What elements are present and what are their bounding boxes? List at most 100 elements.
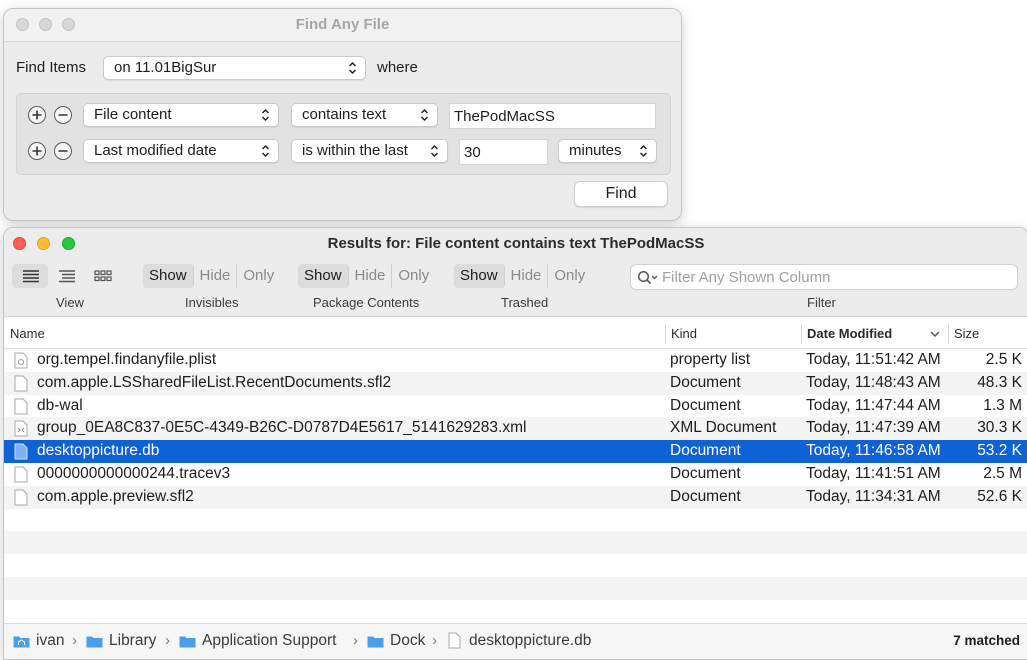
table-row[interactable]: db-wal Document Today, 11:47:44 AM 1.3 M bbox=[4, 395, 1027, 418]
results-list: org.tempel.findanyfile.plist property li… bbox=[4, 349, 1027, 600]
row-size: 52.6 K bbox=[977, 487, 1022, 505]
column-divider[interactable] bbox=[801, 324, 802, 344]
table-row[interactable]: com.apple.LSSharedFileList.RecentDocumen… bbox=[4, 371, 1027, 395]
add-criterion-button[interactable] bbox=[28, 106, 46, 124]
chevron-updown-icon bbox=[420, 108, 429, 122]
row-kind: Document bbox=[670, 396, 741, 414]
add-criterion-button[interactable] bbox=[28, 142, 46, 160]
table-row[interactable]: group_0EA8C837-0E5C-4349-B26C-D0787D4E56… bbox=[4, 417, 1027, 441]
trashed-hide-button[interactable]: Hide bbox=[505, 264, 549, 288]
path-item-file[interactable]: desktoppicture.db bbox=[469, 632, 591, 650]
criteria-box: File content contains text ThePodMacSS L… bbox=[16, 93, 671, 175]
invisibles-show-button[interactable]: Show bbox=[143, 264, 194, 288]
row-kind: property list bbox=[670, 351, 751, 368]
trashed-control: Show Hide Only bbox=[454, 264, 591, 288]
row-kind: Document bbox=[670, 487, 741, 505]
time-unit-popup[interactable]: minutes bbox=[558, 139, 657, 163]
results-toolbar: Results for: File content contains text … bbox=[4, 228, 1027, 317]
document-icon bbox=[14, 489, 28, 506]
package-show-button[interactable]: Show bbox=[298, 264, 349, 288]
chevron-updown-icon bbox=[261, 108, 270, 122]
row-date: Today, 11:48:43 AM bbox=[806, 373, 941, 391]
invisibles-hide-button[interactable]: Hide bbox=[194, 264, 238, 288]
trashed-only-button[interactable]: Only bbox=[548, 264, 591, 288]
filter-caption: Filter bbox=[807, 295, 836, 310]
path-item-ivan[interactable]: ivan bbox=[36, 632, 64, 650]
remove-criterion-button[interactable] bbox=[54, 106, 72, 124]
list-view-button[interactable] bbox=[12, 264, 48, 288]
grid-view-icon bbox=[94, 270, 112, 282]
folder-icon bbox=[86, 636, 103, 648]
attribute-popup[interactable]: Last modified date bbox=[83, 139, 279, 163]
operator-value: is within the last bbox=[302, 142, 408, 159]
remove-criterion-button[interactable] bbox=[54, 142, 72, 160]
column-header-date-modified[interactable]: Date Modified bbox=[807, 326, 892, 341]
filter-search-field[interactable]: Filter Any Shown Column bbox=[630, 264, 1018, 290]
empty-row bbox=[4, 554, 1027, 577]
column-header-row: Name Kind Date Modified Size bbox=[4, 320, 1027, 349]
time-value-field[interactable]: 30 bbox=[459, 139, 548, 165]
row-date: Today, 11:47:39 AM bbox=[806, 419, 941, 437]
outline-view-button[interactable] bbox=[48, 264, 84, 288]
find-items-label: Find Items bbox=[16, 59, 87, 76]
row-name: db-wal bbox=[37, 396, 83, 414]
attribute-popup[interactable]: File content bbox=[83, 103, 279, 127]
results-window-title: Results for: File content contains text … bbox=[327, 235, 705, 252]
operator-popup[interactable]: contains text bbox=[291, 103, 438, 127]
row-kind: Document bbox=[670, 373, 741, 391]
operator-popup[interactable]: is within the last bbox=[291, 139, 448, 163]
find-window-titlebar: Find Any File bbox=[4, 9, 681, 42]
view-caption: View bbox=[56, 295, 84, 310]
row-date: Today, 11:47:44 AM bbox=[806, 396, 941, 414]
folder-icon bbox=[367, 636, 384, 648]
path-item-dock[interactable]: Dock bbox=[390, 632, 425, 650]
row-name: org.tempel.findanyfile.plist bbox=[37, 351, 217, 368]
home-folder-icon bbox=[13, 636, 30, 648]
row-date: Today, 11:46:58 AM bbox=[806, 442, 941, 460]
empty-row bbox=[4, 509, 1027, 532]
search-text-field[interactable]: ThePodMacSS bbox=[449, 103, 656, 129]
row-kind: Document bbox=[670, 442, 741, 460]
row-date: Today, 11:34:31 AM bbox=[806, 487, 941, 505]
row-name: group_0EA8C837-0E5C-4349-B26C-D0787D4E56… bbox=[37, 419, 527, 437]
match-count: 7 matched bbox=[953, 633, 1020, 648]
path-item-application-support[interactable]: Application Support bbox=[202, 632, 336, 650]
plus-icon bbox=[32, 110, 42, 120]
icon-view-button[interactable] bbox=[84, 264, 120, 288]
column-divider[interactable] bbox=[948, 324, 949, 344]
table-row[interactable]: com.apple.preview.sfl2 Document Today, 1… bbox=[4, 485, 1027, 509]
search-icon bbox=[637, 270, 658, 285]
column-header-name[interactable]: Name bbox=[10, 326, 45, 341]
minus-icon bbox=[58, 114, 68, 116]
table-row[interactable]: org.tempel.findanyfile.plist property li… bbox=[4, 349, 1027, 372]
plus-icon bbox=[32, 146, 42, 156]
row-name: desktoppicture.db bbox=[37, 442, 160, 460]
path-separator: › bbox=[165, 632, 170, 649]
table-row[interactable]: 0000000000000244.tracev3 Document Today,… bbox=[4, 463, 1027, 486]
invisibles-only-button[interactable]: Only bbox=[237, 264, 280, 288]
find-button[interactable]: Find bbox=[574, 181, 668, 207]
path-item-library[interactable]: Library bbox=[109, 632, 156, 650]
row-kind: XML Document bbox=[670, 419, 777, 437]
package-only-button[interactable]: Only bbox=[392, 264, 435, 288]
row-size: 30.3 K bbox=[977, 419, 1022, 437]
row-name: com.apple.preview.sfl2 bbox=[37, 487, 194, 505]
empty-row bbox=[4, 576, 1027, 600]
chevron-updown-icon bbox=[639, 144, 648, 158]
document-icon bbox=[448, 632, 461, 649]
column-divider[interactable] bbox=[665, 324, 666, 344]
path-separator: › bbox=[72, 632, 77, 649]
trashed-show-button[interactable]: Show bbox=[454, 264, 505, 288]
location-value: on 11.01BigSur bbox=[114, 59, 217, 76]
package-hide-button[interactable]: Hide bbox=[349, 264, 393, 288]
outline-view-icon bbox=[59, 270, 75, 283]
xml-file-icon bbox=[14, 420, 28, 437]
table-row-selected[interactable]: desktoppicture.db Document Today, 11:46:… bbox=[4, 440, 1027, 463]
column-header-size[interactable]: Size bbox=[954, 326, 979, 341]
location-popup[interactable]: on 11.01BigSur bbox=[103, 56, 366, 80]
row-date: Today, 11:51:42 AM bbox=[806, 351, 941, 368]
filter-placeholder: Filter Any Shown Column bbox=[662, 269, 831, 286]
path-bar: ivan › Library › Application Support › D… bbox=[4, 623, 1027, 659]
column-header-kind[interactable]: Kind bbox=[671, 326, 697, 341]
document-icon bbox=[14, 398, 28, 415]
